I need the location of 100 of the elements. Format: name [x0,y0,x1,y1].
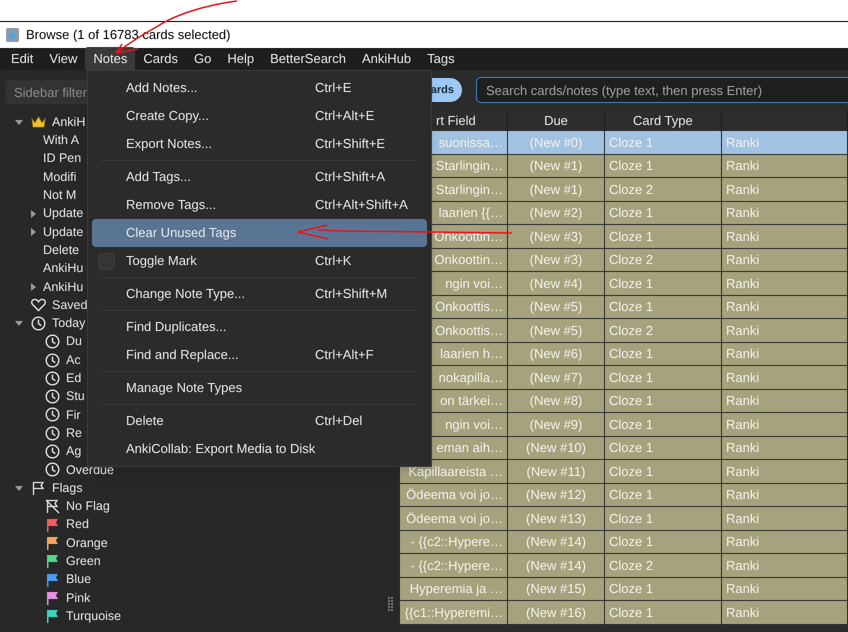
table-cell-text: Ranki [726,204,760,222]
table-cell-text: Cloze 2 [609,322,654,340]
table-cell-text: (New #15) [526,580,586,598]
table-cell-text: suonissa… [438,134,503,152]
table-cell-text: Onkoottin… [434,228,503,246]
shortcut-label: Ctrl+Alt+E [315,107,374,126]
table-cell-text: Kapillaareista … [408,462,503,481]
menu-option-label: Toggle Mark [126,252,197,270]
menu-option-label: Manage Note Types [126,379,242,398]
menu-option-label: Add Tags... [126,168,191,186]
table-cell-text: {{c1::Hyperemi… [404,604,503,622]
table-cell-text: Cloze 1 [609,368,654,386]
table-cell-text: Cloze 1 [609,486,654,504]
table-cell-text: (New #16) [526,604,586,622]
table-cell-text: on tärkei… [440,392,503,410]
table-cell-text: Cloze 2 [609,251,654,269]
shortcut-label: Ctrl+Shift+M [315,285,388,304]
table-cell-text: Ranki [726,134,760,152]
menu-option-label: Create Copy... [126,107,209,126]
table-cell-text: (New #14) [526,533,586,551]
table-cell-text: Onkoottin… [434,251,503,269]
menu-option-label: Clear Unused Tags [126,224,236,242]
window-title: Browse (1 of 16783 cards selected) [26,26,230,44]
menu-option-label: Add Notes... [126,79,198,98]
table-cell-text: Cloze 1 [609,345,654,363]
table-cell-text: Cloze 1 [609,533,654,551]
table-cell-text: (New #13) [526,510,586,528]
table-cell-text: (New #1) [530,180,582,199]
table-cell-text: laarien h… [440,345,503,363]
shortcut-label: Ctrl+K [315,252,352,270]
table-cell-text: (New #1) [530,157,582,175]
table-cell-text: (New #5) [530,322,582,340]
table-cell-text: Cloze 1 [609,439,654,457]
table-cell-text: Ödeema voi jo… [406,510,503,528]
table-cell-text: Cloze 1 [609,134,654,152]
menu-option-label: Export Notes... [126,135,212,154]
table-cell-text: Cloze 1 [609,298,654,316]
table-cell-text: Cloze 1 [609,510,654,528]
table-cell-text: (New #11) [526,462,586,481]
table-cell-text: Ranki [726,556,760,574]
table-cell-text: (New #2) [530,204,582,222]
table-cell-text: Cloze 1 [609,157,654,175]
table-cell-text: Starlingin… [436,180,503,199]
table-cell-text: Ranki [726,274,760,292]
menu-option-label: Remove Tags... [126,196,216,214]
table-cell-text: Cloze 2 [609,180,654,198]
table-cell-text: (New #3) [530,228,582,246]
table-cell-text: laarien {{… [438,204,503,222]
table-cell-text: Cloze 1 [609,580,654,598]
table-cell-text: - {{c2::Hypere… [410,556,503,575]
table-cell-text: Cloze 1 [609,274,654,292]
table-cell-text: (New #7) [530,368,582,387]
table-cell-text: Cloze 1 [609,392,654,410]
table-cell-text: (New #4) [530,274,582,293]
table-cell-text: Ranki [726,298,760,316]
table-cell-text: Starlingin… [436,157,503,175]
menu-option-label: AnkiCollab: Export Media to Disk [126,440,316,458]
table-cell-text: Ranki [726,180,760,198]
table-cell-text: ngin voi… [445,274,503,293]
menu-option-label: Find Duplicates... [126,318,226,336]
table-cell-text: nokapilla… [438,368,503,387]
table-cell-text: Ranki [726,533,760,551]
table-cell-text: Ranki [726,462,760,480]
table-cell-text: ngin voi… [445,416,503,434]
table-cell-text: (New #14) [526,556,586,575]
table-cell-text: Ranki [726,604,760,622]
table-cell-text: Ranki [726,416,760,434]
table-cell-text: Cloze 1 [609,462,654,480]
table-cell-text: Ranki [726,228,760,246]
table-cell-text: (New #5) [530,298,582,316]
table-cell-text: Cloze 1 [609,204,654,222]
table-cell-text: - {{c2::Hypere… [410,533,503,551]
table-cell-text: Ödeema voi jo… [406,486,503,504]
table-cell-text: Cloze 1 [609,228,654,246]
table-cell-text: (New #3) [530,251,582,269]
table-cell-text: Ranki [726,392,760,410]
table-cell-text: Ranki [726,368,760,386]
menu-option-label: Delete [126,412,164,430]
table-cell-text: eman aih… [436,439,503,457]
shortcut-label: Ctrl+Del [315,412,362,430]
menu-option-label: Change Note Type... [126,285,246,304]
table-cell-text: Onkoottis… [435,322,503,340]
shortcut-label: Ctrl+E [315,79,352,98]
table-cell-text: (New #10) [526,439,586,457]
table-cell-text: Ranki [726,486,760,504]
shortcut-label: Ctrl+Shift+E [315,135,386,154]
table-cell-text: Cloze 1 [609,416,654,434]
table-cell-text: Onkoottis… [435,298,503,316]
table-cell-text: Ranki [726,157,760,175]
table-cell-text: Ranki [726,439,760,457]
table-cell-text: (New #12) [526,486,586,504]
table-cell-text: (New #8) [530,392,582,410]
table-cell-text: Ranki [726,510,760,528]
table-cell-text: (New #6) [530,345,582,363]
table-cell-text: Cloze 2 [609,556,654,574]
table-cell-text: Cloze 1 [609,604,654,622]
table-cell-text: Hyperemia ja … [410,580,503,598]
table-cell-text: Ranki [726,580,760,598]
table-cell-text: (New #0) [530,134,582,152]
table-cell-text: (New #9) [530,416,582,434]
